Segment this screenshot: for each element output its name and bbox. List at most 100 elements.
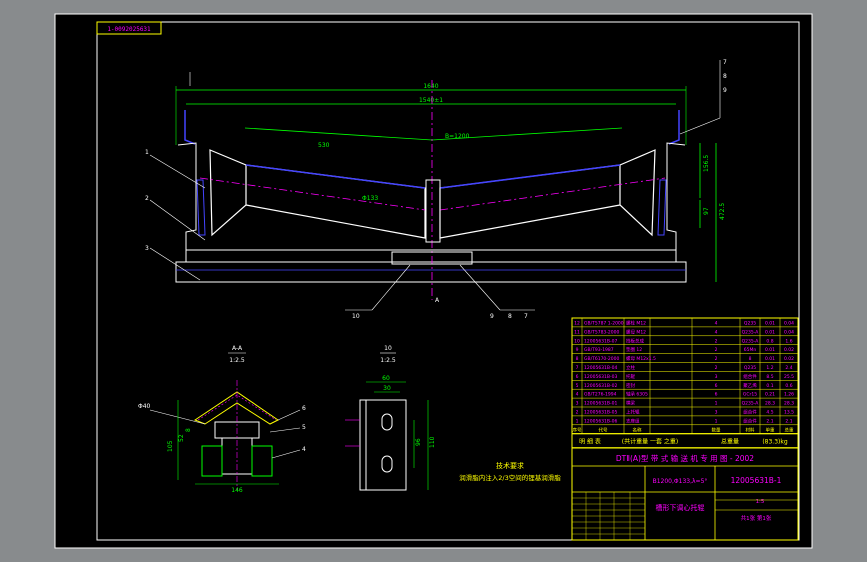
bom-cell: 4	[715, 329, 718, 335]
bom-cell: 0.01	[765, 321, 775, 327]
bom-cell: 1	[576, 418, 579, 424]
bom-cell: 1.2	[766, 365, 773, 371]
bom-cell: 2.1	[766, 418, 773, 424]
bom-cell: GB/T93-1987	[584, 347, 614, 353]
bom-cell: 3	[715, 374, 718, 380]
bom-cell: GB/T6170-2000	[584, 356, 620, 362]
bom-cell: 12005631B-05	[584, 410, 617, 416]
dim-total-h: 105	[167, 440, 174, 452]
bom-cell: 0.04	[784, 329, 794, 335]
bom-cell: 12005631B-04	[584, 365, 617, 371]
bom-header-cell: 代号	[599, 426, 608, 433]
bom-cell: Q235-A	[742, 338, 760, 344]
bom-cell: 2	[715, 338, 718, 344]
dim-roller-length: 530	[318, 142, 330, 149]
bom-cell: 轴承 6305	[626, 391, 648, 398]
bom-cell: 横梁	[626, 400, 635, 407]
bom-cell: 7	[576, 365, 579, 371]
bom-cell: 12005631B-03	[584, 374, 617, 380]
bom-cell: 组合件	[743, 417, 757, 424]
bom-cell: 2.4	[785, 365, 792, 371]
leader-label: 3	[145, 245, 149, 252]
bom-cell: GB/T5787 1-2000	[584, 321, 624, 327]
dim-top: 8	[185, 428, 192, 432]
tb-drawing-no: 12005631B-1	[731, 476, 782, 485]
dim-roller-dia: Φ133	[362, 195, 378, 202]
bom-cell: 12005631B-01	[584, 401, 617, 407]
dim-inner: 30	[383, 385, 391, 392]
leader-label: 1	[145, 149, 149, 156]
leader-label: 9	[723, 87, 727, 94]
dim-top: 60	[382, 375, 390, 382]
bom-cell: 0.02	[784, 347, 794, 353]
dim-right: 110	[429, 436, 436, 448]
bom-cell: 28.3	[765, 401, 775, 407]
bom-cell: GB/T276-1994	[584, 392, 617, 398]
bom-cell: 密封	[626, 382, 635, 389]
bom-cell: 28.3	[784, 401, 794, 407]
bom-summary-cell: (83.3)kg	[762, 439, 788, 446]
tb-sheet: 共1张 第1张	[741, 514, 772, 522]
bom-cell: 组合件	[743, 373, 757, 380]
bom-cell: 10	[574, 338, 580, 344]
bom-cell: 垫圈 12	[626, 346, 642, 353]
bom-cell: 0.01	[765, 329, 775, 335]
tb-spec: B1200,Φ133,λ=5°	[653, 478, 708, 485]
bom-cell: 12	[574, 321, 580, 327]
bom-cell: 12005631B-02	[584, 383, 617, 389]
bom-cell: 2	[715, 365, 718, 371]
bom-cell: 6	[715, 392, 718, 398]
bom-cell: Q235-A	[742, 401, 760, 407]
bom-header-cell: 序号	[573, 426, 582, 433]
bom-header-cell: 总重	[785, 426, 794, 433]
leader-label: 10	[352, 313, 360, 320]
bom-cell: 2	[576, 410, 579, 416]
bom-cell: 聚乙烯	[743, 382, 757, 389]
bom-summary-cell: (共计重量 一套 之重)	[622, 438, 679, 446]
detail-title: 10	[384, 345, 392, 352]
id-tag-text: 1-0092025631	[107, 26, 151, 33]
bom-cell: 螺母 M12x1.5	[626, 355, 656, 362]
tb-part-name: 槽形下调心托辊	[656, 503, 705, 512]
bom-cell: GCr15	[743, 392, 757, 398]
bom-cell: 2	[715, 347, 718, 353]
bom-cell: 2.1	[785, 418, 792, 424]
bom-cell: 13.5	[784, 410, 794, 416]
bom-cell: 0.8	[766, 338, 773, 344]
dim-left-h: 52	[178, 434, 185, 442]
bom-cell: 11	[574, 329, 580, 335]
dim-overall: 1640	[423, 83, 438, 90]
bom-cell: 4	[715, 321, 718, 327]
bom-cell: 1	[715, 418, 718, 424]
bom-cell: 8	[576, 356, 579, 362]
bom-cell: 12005631B-06	[584, 418, 617, 424]
bom-header-cell: 材料	[746, 426, 755, 433]
dim-frame: 1540±1	[419, 97, 443, 104]
bom-cell: 6	[715, 383, 718, 389]
drawing-sheet	[54, 13, 813, 549]
leader-label: 8	[723, 73, 727, 80]
bom-cell: 0.04	[784, 321, 794, 327]
bom-header-cell: 数量	[712, 426, 721, 433]
tb-series: DTⅡ(A)型 带 式 输 送 机 专 用 图 - 2002	[616, 453, 754, 463]
section-scale: 1:2.5	[229, 357, 245, 364]
cad-drawing: 1-0092025631 1640 1540±1 B=1200 530 Φ133…	[54, 13, 813, 549]
bom-cell: 0.6	[785, 383, 792, 389]
bom-cell: 25.5	[784, 374, 794, 380]
bom-cell: 1	[715, 401, 718, 407]
bom-cell: 托辊	[626, 373, 635, 380]
bom-cell: 0.02	[784, 356, 794, 362]
bom-cell: 0.01	[765, 356, 775, 362]
bom-cell: 0.1	[766, 383, 773, 389]
dim-total: 472.5	[719, 203, 726, 220]
bom-cell: Q235-A	[742, 329, 760, 335]
bom-cell: 4	[576, 392, 579, 398]
detail-scale: 1:2.5	[380, 357, 396, 364]
bom-cell: 2	[715, 356, 718, 362]
bom-cell: 挡板总成	[626, 337, 644, 344]
bom-cell: 0.21	[765, 392, 775, 398]
bom-cell: 65Mn	[744, 347, 757, 353]
bom-cell: 9	[576, 347, 579, 353]
leader-label: 6	[302, 405, 306, 412]
bom-cell: 立柱	[626, 364, 635, 371]
